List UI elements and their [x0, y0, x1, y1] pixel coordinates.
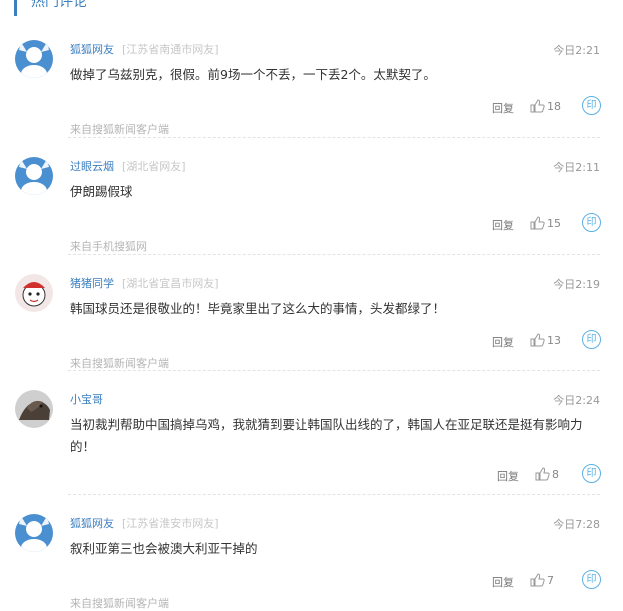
thumbs-up-icon [535, 467, 550, 481]
reply-button[interactable]: 回复 [492, 217, 514, 233]
comment-source: 来自搜狐新闻客户端 [70, 597, 169, 610]
thumbs-up-icon [530, 333, 545, 347]
like-count: 8 [552, 468, 559, 481]
username-link[interactable]: 小宝哥 [70, 391, 103, 407]
like-count: 15 [547, 217, 561, 230]
share-icon[interactable]: 印 [582, 330, 601, 349]
comment-source: 来自搜狐新闻客户端 [70, 123, 169, 136]
photo-avatar-icon[interactable] [15, 390, 53, 428]
username-link[interactable]: 猪猪同学 [70, 275, 114, 291]
reply-button[interactable]: 回复 [492, 574, 514, 590]
share-icon[interactable]: 印 [582, 213, 601, 232]
default-avatar-icon[interactable] [15, 157, 53, 195]
share-icon[interactable]: 印 [582, 570, 601, 589]
comment-text: 叙利亚第三也会被澳大利亚干掉的 [70, 541, 258, 556]
comment-source: 来自手机搜狐网 [70, 240, 147, 253]
username-link[interactable]: 狐狐网友 [70, 515, 114, 531]
reply-button[interactable]: 回复 [497, 468, 519, 484]
comment-text: 当初裁判帮助中国搞掉乌鸡，我就猜到要让韩国队出线的了，韩国人在亚足联还是挺有影响… [70, 417, 583, 454]
comment-time: 今日2:19 [553, 278, 600, 291]
comment-item: 狐狐网友 [江苏省淮安市网友] 今日7:28 叙利亚第三也会被澳大利亚干掉的 回复 7 印来… [0, 0, 623, 610]
comment-divider [68, 254, 600, 255]
like-count: 7 [547, 574, 554, 587]
reply-button[interactable]: 回复 [492, 334, 514, 350]
user-location: [湖北省网友] [122, 160, 186, 173]
comment-time: 今日2:24 [553, 394, 600, 407]
comment-time: 今日7:28 [553, 518, 600, 531]
comment-divider [68, 370, 600, 371]
comment-divider [68, 494, 600, 495]
comment-text: 伊朗踢假球 [70, 184, 133, 199]
default-avatar-icon[interactable] [15, 514, 53, 552]
user-location: [江苏省淮安市网友] [122, 517, 219, 530]
comment-text: 韩国球员还是很敬业的！毕竟家里出了这么大的事情，头发都绿了！ [70, 301, 446, 316]
username-link[interactable]: 过眼云烟 [70, 158, 114, 174]
like-count: 13 [547, 334, 561, 347]
comment-divider [68, 137, 600, 138]
thumbs-up-icon [530, 216, 545, 230]
thumbs-up-icon [530, 573, 545, 587]
share-icon[interactable]: 印 [582, 464, 601, 483]
comment-source: 来自搜狐新闻客户端 [70, 357, 169, 370]
user-location: [湖北省宜昌市网友] [122, 277, 219, 290]
cartoon-avatar-icon[interactable] [15, 274, 53, 312]
comment-time: 今日2:11 [553, 161, 600, 174]
